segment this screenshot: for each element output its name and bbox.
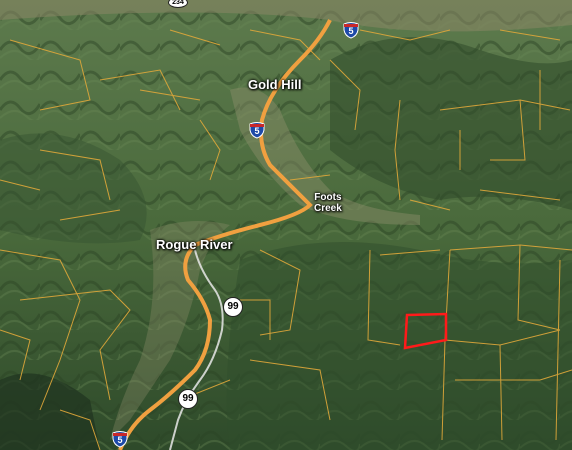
interstate-shield-icon: 5 <box>342 21 360 39</box>
interstate-shield-icon: 5 <box>248 121 266 139</box>
foots-creek-label: Foots Creek <box>314 192 342 214</box>
rogue-river-label: Rogue River <box>156 237 233 252</box>
terrain-imagery <box>0 0 572 450</box>
foots-creek-line2: Creek <box>314 202 342 214</box>
state-route-shield-icon: 99 <box>223 297 243 317</box>
interstate-shield-icon: 5 <box>111 430 129 448</box>
state-route-shield-icon: 99 <box>178 389 198 409</box>
gold-hill-label: Gold Hill <box>248 77 302 92</box>
satellite-map[interactable]: Gold Hill Foots Creek Rogue River 234 5 … <box>0 0 572 450</box>
foots-creek-line1: Foots <box>314 192 342 203</box>
